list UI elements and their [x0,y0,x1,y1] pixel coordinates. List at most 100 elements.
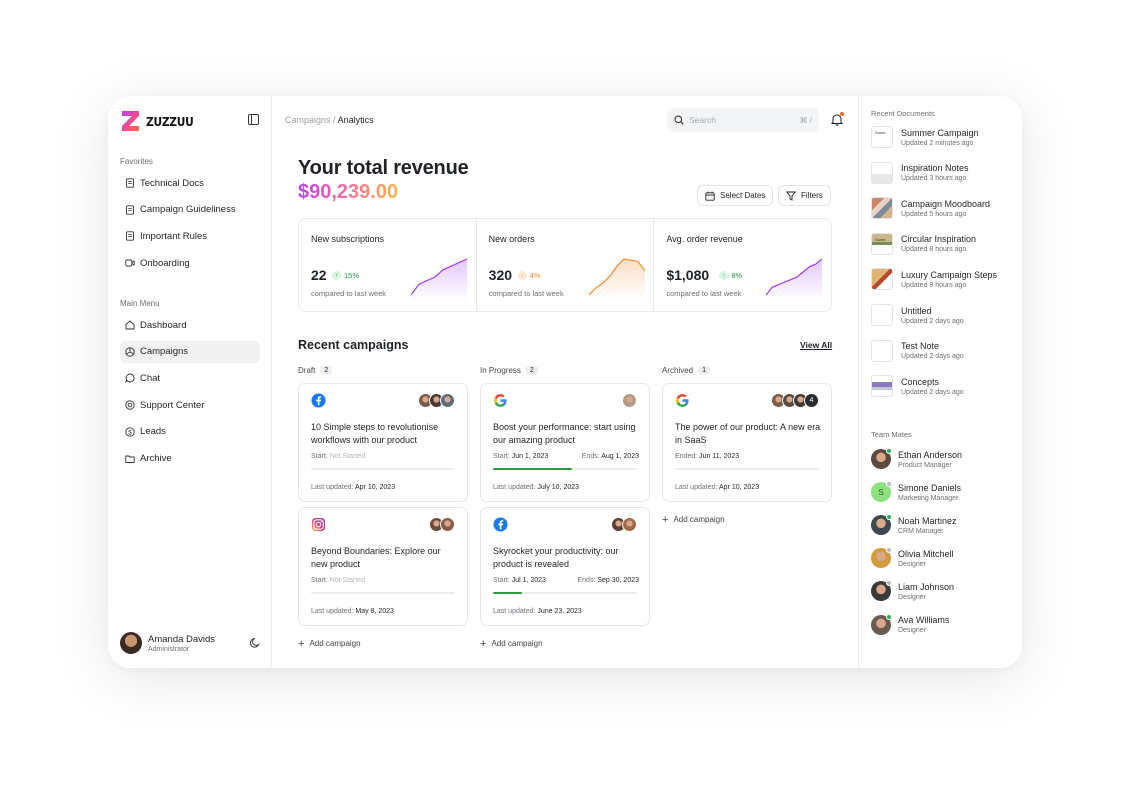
team-member[interactable]: Liam Johnson Designer [871,580,954,602]
add-campaign-label: Add campaign [673,515,725,524]
campaign-title: Skyrocket your productivity: our product… [493,546,619,569]
campaign-card[interactable]: 10 Simple steps to revolutionise workflo… [298,383,468,502]
document-title: Circular Inspiration [901,234,977,245]
campaign-card[interactable]: Beyond Boundaries: Explore our new produ… [298,507,468,626]
breadcrumb-parent[interactable]: Campaigns [285,115,331,125]
document-item[interactable]: Inspiration Notes Updated 3 hours ago [871,161,969,184]
filters-button[interactable]: Filters [778,185,831,206]
document-thumbnail [871,375,893,398]
sidebar-item-support-center[interactable]: Support Center [120,394,260,416]
moon-icon[interactable] [249,637,261,649]
filters-label: Filters [801,191,823,200]
document-updated: Updated 2 minutes ago [901,139,974,147]
campaign-title: 10 Simple steps to revolutionise workflo… [311,422,439,445]
member-name: Simone Daniels [898,482,962,493]
end-date: Ends: Aug 1, 2023 [582,453,639,460]
member-role: Designer [898,627,927,634]
sidebar-item-campaigns[interactable]: Campaigns [120,340,260,363]
document-item[interactable]: Campaign Moodboard Updated 5 hours ago [871,197,990,220]
logo-mark-icon [122,111,139,131]
progress-bar [493,468,637,470]
add-campaign-button[interactable]: + Add campaign [662,514,725,525]
add-campaign-button[interactable]: + Add campaign [298,638,361,649]
column-label: Archived [662,366,694,375]
select-dates-button[interactable]: Select Dates [697,185,774,206]
status-dot [886,481,892,488]
progress-fill [493,592,522,594]
sidebar: ZUZZUU Favorites Technical Docs Campaign … [108,96,272,668]
facebook-icon [493,517,508,532]
nav-item-label: Archive [140,453,172,464]
plus-icon: + [480,637,487,650]
nav-item-label: Campaigns [140,346,189,358]
document-thumbnail [871,197,893,220]
calendar-icon [705,191,715,201]
document-item[interactable]: Concepts Updated 2 days ago [871,375,964,398]
last-updated: Last updated: June 23, 2023 [493,608,582,615]
last-updated: Last updated: July 10, 2023 [493,484,579,491]
updated-label: Last updated: [493,484,536,491]
arrow-down-icon: ↓ [517,271,527,280]
document-title: Untitled [901,305,932,316]
document-item[interactable]: Some Summer Campaign Updated 2 minutes ago [871,126,979,148]
main-menu-label: Main Menu [120,299,160,308]
document-item[interactable]: Luxury Campaign Steps Updated 8 hours ago [871,268,997,291]
start-date: Ended: Jun 11, 2023 [675,453,739,460]
document-item[interactable]: Test Note Updated 2 days ago [871,339,964,362]
campaign-card[interactable]: Skyrocket your productivity: our product… [480,507,650,626]
sidebar-item-archive[interactable]: Archive [120,448,260,470]
team-member[interactable]: Ethan Anderson Product Manager [871,448,962,469]
campaign-card[interactable]: Boost your performance: start using our … [480,383,650,502]
team-member[interactable]: Olivia Mitchell Designer [871,547,954,569]
search-input[interactable]: Search ⌘ / [667,108,819,132]
card-avatars [611,517,637,532]
status-dot [886,547,892,554]
team-avatar [871,448,892,469]
progress-fill [493,468,573,470]
brand-logo[interactable]: ZUZZUU [120,109,202,133]
document-item[interactable]: Untitled Updated 2 days ago [871,304,964,326]
start-label: Start: [493,453,510,460]
sidebar-item-campaign-guideliness[interactable]: Campaign Guideliness [120,199,260,221]
nav-item-label: Technical Docs [140,177,204,189]
document-icon [125,178,135,188]
document-item[interactable]: Some Circular Inspiration Updated 8 hours … [871,232,977,255]
document-thumbnail: Some [871,126,893,148]
add-campaign-button[interactable]: + Add campaign [480,637,543,650]
svg-text:$: $ [128,429,132,436]
sidebar-item-leads[interactable]: $ Leads [120,421,260,443]
end-value: Sep 30, 2023 [597,577,639,584]
card-avatars [429,517,455,532]
team-avatar [871,613,892,635]
sidebar-item-chat[interactable]: Chat [120,367,260,389]
select-dates-label: Select Dates [720,191,766,200]
sidebar-item-dashboard[interactable]: Dashboard [120,314,260,336]
stat-value: $1,080 [666,267,710,283]
team-member[interactable]: Ava Williams Designer [871,613,949,635]
sparkline-chart [766,258,823,301]
user-profile[interactable]: Amanda Davids Administrator [120,632,215,654]
nav-item-label: Leads [140,426,166,438]
nav-item-label: Important Rules [140,230,208,242]
sidebar-item-technical-docs[interactable]: Technical Docs [120,172,260,194]
campaign-card[interactable]: 4 The power of our product: A new era in … [662,383,832,502]
view-all-link[interactable]: View All [800,340,832,350]
sidebar-item-important-rules[interactable]: Important Rules [120,225,260,247]
team-member[interactable]: Noah Martinez CRM Manager [871,514,957,536]
sparkline-chart [411,258,467,301]
user-role: Administrator [148,645,190,653]
team-member[interactable]: S Simone Daniels Marketing Manager [871,481,962,503]
video-icon [125,258,135,268]
member-role: CRM Manager [898,527,944,535]
sidebar-item-onboarding[interactable]: Onboarding [120,252,260,274]
document-title: Concepts [901,376,940,387]
sidebar-toggle-icon[interactable] [248,114,259,125]
document-updated: Updated 8 hours ago [901,246,967,254]
updated-label: Last updated: [311,484,354,491]
card-avatars [622,393,637,408]
start-value: Not Started [329,453,366,460]
card-dates: Start: Jul 1, 2023 Ends: Sep 30, 2023 [493,577,639,584]
avatar [622,517,637,532]
stat-title: New orders [488,234,535,244]
recent-campaigns-title: Recent campaigns [298,338,409,352]
